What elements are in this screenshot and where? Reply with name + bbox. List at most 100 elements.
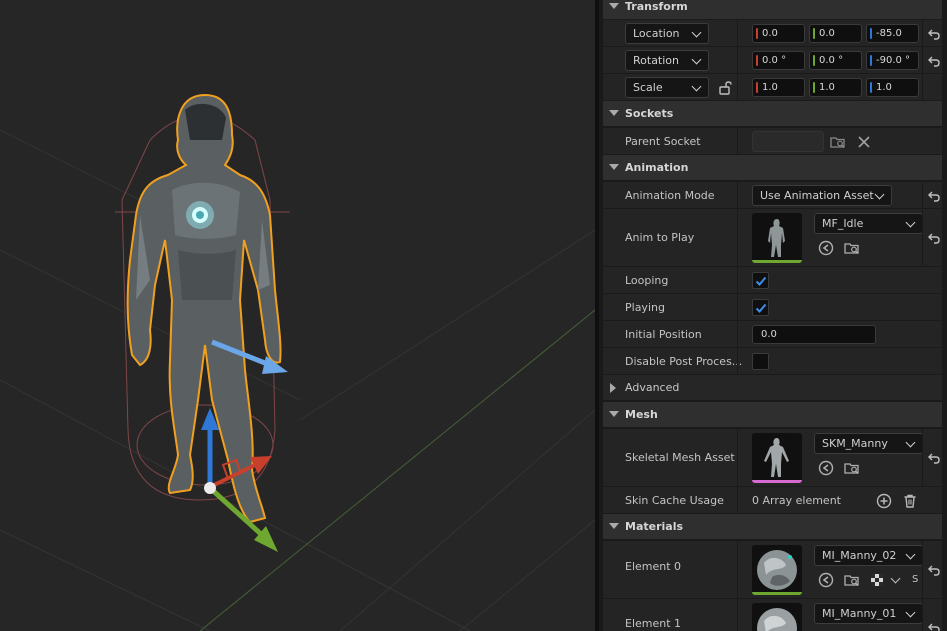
browse-asset-icon[interactable]	[844, 460, 860, 476]
use-selected-icon[interactable]	[818, 240, 834, 256]
reset-arrow-icon[interactable]	[928, 452, 940, 464]
section-animation[interactable]: Animation	[603, 155, 947, 181]
material-thumbnail[interactable]	[752, 545, 802, 595]
scale-z-input[interactable]: 1.0	[866, 78, 919, 97]
reset-arrow-icon[interactable]	[928, 190, 940, 202]
expand-arrow-icon	[609, 3, 619, 9]
skeletal-mesh-dropdown[interactable]: SKM_Manny	[814, 433, 923, 454]
looping-checkbox[interactable]	[752, 272, 769, 289]
anim-asset-dropdown[interactable]: MF_Idle	[814, 213, 923, 234]
skeletal-mesh-thumbnail[interactable]	[752, 433, 802, 483]
material-thumbnail[interactable]	[752, 603, 802, 631]
initial-position-input[interactable]: 0.0	[752, 325, 876, 344]
material-value: MI_Manny_01	[822, 607, 897, 620]
clear-close-icon[interactable]	[856, 134, 872, 150]
lock-icon[interactable]	[717, 80, 733, 96]
location-row: Location 0.0 0.0 -85.0	[603, 20, 942, 47]
browse-asset-icon[interactable]	[844, 572, 860, 588]
browse-asset-icon[interactable]	[844, 240, 860, 256]
anim-to-play-label: Anim to Play	[625, 231, 695, 244]
scale-x-input[interactable]: 1.0	[752, 78, 805, 97]
location-x-input[interactable]: 0.0	[752, 24, 805, 43]
reset-arrow-icon[interactable]	[928, 564, 940, 576]
section-title: Mesh	[625, 408, 658, 421]
reset-arrow-icon[interactable]	[928, 28, 940, 40]
section-title: Transform	[625, 0, 688, 13]
parent-socket-label: Parent Socket	[625, 135, 701, 148]
chevron-down-icon	[905, 549, 916, 560]
disable-post-process-checkbox[interactable]	[752, 353, 769, 370]
chevron-down-icon	[905, 217, 916, 228]
disable-post-process-label: Disable Post Proces...	[625, 355, 743, 368]
use-selected-icon[interactable]	[818, 572, 834, 588]
chevron-down-icon	[691, 27, 702, 38]
section-sockets[interactable]: Sockets	[603, 101, 947, 127]
rotation-z-input[interactable]: -90.0 °	[866, 51, 919, 70]
scale-row: Scale 1.0 1.0 1.0	[603, 74, 942, 101]
section-transform[interactable]: Transform	[603, 0, 947, 20]
looping-label: Looping	[625, 274, 669, 287]
skin-cache-label: Skin Cache Usage	[625, 494, 724, 507]
section-title: Animation	[625, 161, 689, 174]
material-slot-extra: S	[912, 574, 919, 585]
checkmark-icon	[755, 276, 767, 286]
location-y-input[interactable]: 0.0	[809, 24, 862, 43]
anim-asset-thumbnail[interactable]	[752, 213, 802, 263]
level-viewport[interactable]	[0, 0, 595, 631]
rotation-mode-dropdown[interactable]: Rotation	[625, 50, 709, 71]
rotation-label: Rotation	[633, 54, 680, 67]
checker-texture-icon[interactable]	[869, 572, 885, 588]
parent-socket-row: Parent Socket	[603, 128, 942, 155]
material-dropdown[interactable]: MI_Manny_01	[814, 603, 923, 624]
playing-checkbox[interactable]	[752, 299, 769, 316]
skeletal-mesh-label: Skeletal Mesh Asset	[625, 451, 735, 464]
reset-arrow-icon[interactable]	[928, 232, 940, 244]
character-thumbnail-icon	[768, 219, 785, 257]
skeletal-mesh-row: Skeletal Mesh Asset SKM_Manny	[603, 429, 942, 487]
animation-mode-row: Animation Mode Use Animation Asset	[603, 182, 942, 209]
reset-arrow-icon[interactable]	[928, 622, 940, 631]
chevron-down-icon	[905, 607, 916, 618]
expand-arrow-icon	[609, 164, 619, 170]
section-materials[interactable]: Materials	[603, 514, 947, 540]
location-z-input[interactable]: -85.0	[866, 24, 919, 43]
character-thumbnail-icon	[764, 438, 789, 477]
rotation-row: Rotation 0.0 ° 0.0 ° -90.0 °	[603, 47, 942, 74]
expand-arrow-icon	[609, 110, 619, 116]
browse-socket-icon[interactable]	[830, 134, 846, 150]
disable-post-process-row: Disable Post Proces...	[603, 348, 942, 375]
section-mesh[interactable]: Mesh	[603, 402, 947, 428]
add-element-icon[interactable]	[876, 493, 892, 509]
animation-mode-value: Use Animation Asset	[760, 189, 874, 202]
chevron-down-icon	[874, 189, 885, 200]
rotation-x-input[interactable]: 0.0 °	[752, 51, 805, 70]
rotation-y-input[interactable]: 0.0 °	[809, 51, 862, 70]
scale-label: Scale	[633, 81, 663, 94]
animation-mode-dropdown[interactable]: Use Animation Asset	[752, 185, 892, 206]
chevron-down-icon	[691, 54, 702, 65]
scale-mode-dropdown[interactable]: Scale	[625, 77, 709, 98]
material-value: MI_Manny_02	[822, 549, 897, 562]
animation-mode-label: Animation Mode	[625, 189, 715, 202]
section-title: Materials	[625, 520, 684, 533]
scale-y-input[interactable]: 1.0	[809, 78, 862, 97]
chevron-down-icon	[691, 81, 702, 92]
chevron-down-icon	[905, 437, 916, 448]
chevron-down-icon[interactable]	[890, 573, 901, 584]
playing-label: Playing	[625, 301, 665, 314]
details-panel: Transform Location 0.0 0.0 -85.0 Rotatio…	[595, 0, 947, 631]
initial-position-label: Initial Position	[625, 328, 702, 341]
reset-arrow-icon[interactable]	[928, 55, 940, 67]
details-scrollbar[interactable]	[942, 0, 947, 631]
playing-row: Playing	[603, 294, 942, 321]
use-selected-icon[interactable]	[818, 460, 834, 476]
skin-cache-row: Skin Cache Usage 0 Array element	[603, 487, 942, 514]
material-sphere-icon	[757, 550, 797, 590]
section-title: Sockets	[625, 107, 674, 120]
parent-socket-field[interactable]	[752, 131, 824, 152]
section-advanced[interactable]: Advanced	[603, 375, 947, 401]
trash-icon[interactable]	[902, 493, 918, 509]
location-mode-dropdown[interactable]: Location	[625, 23, 709, 44]
collapse-arrow-icon	[610, 383, 616, 393]
material-dropdown[interactable]: MI_Manny_02	[814, 545, 923, 566]
